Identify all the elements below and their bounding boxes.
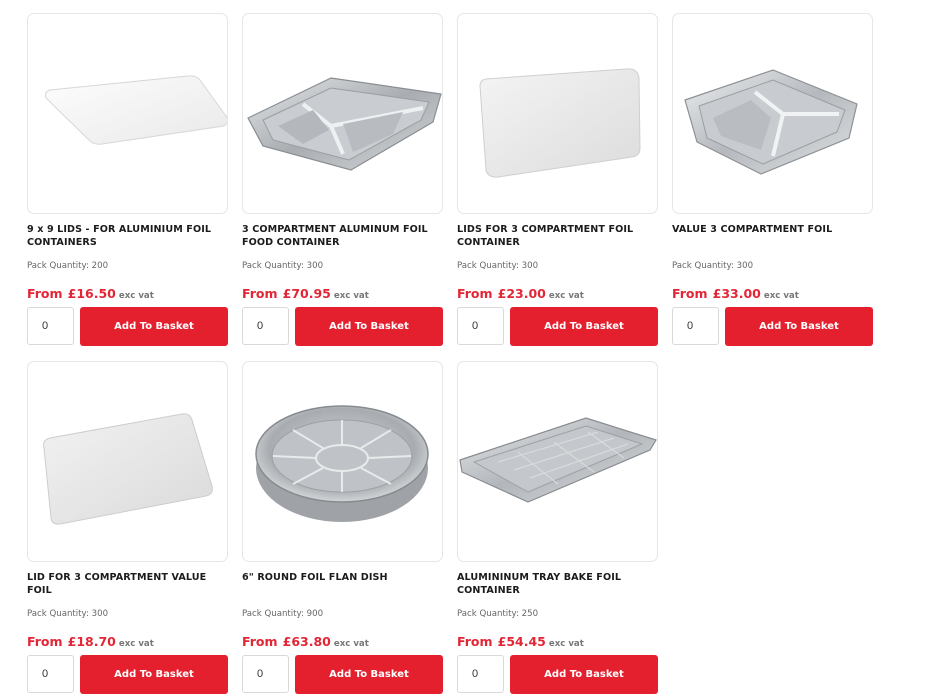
square-white-lid-image <box>45 75 227 145</box>
add-to-basket-button[interactable]: Add To Basket <box>725 307 873 346</box>
price-amount: £33.00 <box>712 286 761 301</box>
quantity-input[interactable] <box>242 307 289 345</box>
pack-quantity-label: Pack Quantity: <box>27 261 89 271</box>
price-amount: £16.50 <box>67 286 116 301</box>
pack-quantity-value: 300 <box>521 261 539 271</box>
pack-quantity: Pack Quantity: 300 <box>27 609 108 619</box>
price-amount: £54.45 <box>497 634 546 649</box>
product-title[interactable]: ALUMININUM TRAY BAKE FOIL CONTAINER <box>457 571 658 597</box>
price-vat-label: exc vat <box>118 291 154 301</box>
add-to-basket-button[interactable]: Add To Basket <box>295 655 443 694</box>
product-card: LIDS FOR 3 COMPARTMENT FOIL CONTAINER Pa… <box>457 13 658 346</box>
foil-3-compartment-tray-image <box>247 77 442 171</box>
price-vat-label: exc vat <box>548 639 584 649</box>
product-card: 3 COMPARTMENT ALUMINUM FOIL FOOD CONTAIN… <box>242 13 443 346</box>
price-from-label: From <box>672 286 708 301</box>
quantity-input[interactable] <box>27 307 74 345</box>
pack-quantity-label: Pack Quantity: <box>242 609 304 619</box>
product-price: From £70.95 exc vat <box>242 283 369 302</box>
price-from-label: From <box>242 634 278 649</box>
price-amount: £18.70 <box>67 634 116 649</box>
pack-quantity: Pack Quantity: 300 <box>672 261 753 271</box>
price-vat-label: exc vat <box>333 291 369 301</box>
pack-quantity-label: Pack Quantity: <box>457 261 519 271</box>
pack-quantity: Pack Quantity: 300 <box>457 261 538 271</box>
quantity-input[interactable] <box>242 655 289 693</box>
price-from-label: From <box>457 634 493 649</box>
price-vat-label: exc vat <box>548 291 584 301</box>
price-amount: £63.80 <box>282 634 331 649</box>
foil-tray-bake-image <box>459 417 657 503</box>
price-vat-label: exc vat <box>333 639 369 649</box>
add-to-basket-button[interactable]: Add To Basket <box>510 307 658 346</box>
quantity-input[interactable] <box>457 307 504 345</box>
add-to-basket-button[interactable]: Add To Basket <box>80 307 228 346</box>
price-from-label: From <box>242 286 278 301</box>
product-title[interactable]: 9 x 9 LIDS - FOR ALUMINIUM FOIL CONTAINE… <box>27 223 228 249</box>
product-title[interactable]: 3 COMPARTMENT ALUMINUM FOIL FOOD CONTAIN… <box>242 223 443 249</box>
foil-3-compartment-value-image <box>684 69 858 175</box>
pack-quantity-label: Pack Quantity: <box>672 261 734 271</box>
product-title[interactable]: VALUE 3 COMPARTMENT FOIL <box>672 223 873 236</box>
product-image[interactable] <box>457 361 658 562</box>
product-title[interactable]: LIDS FOR 3 COMPARTMENT FOIL CONTAINER <box>457 223 658 249</box>
rect-white-lid-image <box>479 68 641 178</box>
pack-quantity-value: 900 <box>306 609 324 619</box>
pack-quantity-value: 200 <box>91 261 109 271</box>
price-amount: £23.00 <box>497 286 546 301</box>
product-card: ALUMININUM TRAY BAKE FOIL CONTAINER Pack… <box>457 361 658 694</box>
quantity-input[interactable] <box>672 307 719 345</box>
product-image[interactable] <box>672 13 873 214</box>
product-card: 6" ROUND FOIL FLAN DISH Pack Quantity: 9… <box>242 361 443 694</box>
price-amount: £70.95 <box>282 286 331 301</box>
pack-quantity-value: 300 <box>736 261 754 271</box>
pack-quantity: Pack Quantity: 200 <box>27 261 108 271</box>
product-image[interactable] <box>242 13 443 214</box>
product-price: From £16.50 exc vat <box>27 283 154 302</box>
price-vat-label: exc vat <box>763 291 799 301</box>
pack-quantity: Pack Quantity: 900 <box>242 609 323 619</box>
product-price: From £18.70 exc vat <box>27 631 154 650</box>
pack-quantity-label: Pack Quantity: <box>457 609 519 619</box>
pack-quantity: Pack Quantity: 250 <box>457 609 538 619</box>
product-card: LID FOR 3 COMPARTMENT VALUE FOIL Pack Qu… <box>27 361 228 694</box>
quantity-input[interactable] <box>27 655 74 693</box>
round-foil-flan-dish-image <box>255 405 429 522</box>
pack-quantity: Pack Quantity: 300 <box>242 261 323 271</box>
price-from-label: From <box>27 286 63 301</box>
product-title[interactable]: 6" ROUND FOIL FLAN DISH <box>242 571 443 584</box>
product-price: From £63.80 exc vat <box>242 631 369 650</box>
product-price: From £23.00 exc vat <box>457 283 584 302</box>
price-from-label: From <box>27 634 63 649</box>
pack-quantity-label: Pack Quantity: <box>242 261 304 271</box>
product-price: From £33.00 exc vat <box>672 283 799 302</box>
product-card: 9 x 9 LIDS - FOR ALUMINIUM FOIL CONTAINE… <box>27 13 228 346</box>
add-to-basket-button[interactable]: Add To Basket <box>80 655 228 694</box>
pack-quantity-value: 300 <box>306 261 324 271</box>
price-vat-label: exc vat <box>118 639 154 649</box>
rect-white-lid-image <box>43 413 213 525</box>
pack-quantity-label: Pack Quantity: <box>27 609 89 619</box>
product-image[interactable] <box>27 13 228 214</box>
product-image[interactable] <box>242 361 443 562</box>
product-image[interactable] <box>27 361 228 562</box>
quantity-input[interactable] <box>457 655 504 693</box>
product-price: From £54.45 exc vat <box>457 631 584 650</box>
add-to-basket-button[interactable]: Add To Basket <box>295 307 443 346</box>
pack-quantity-value: 300 <box>91 609 109 619</box>
product-image[interactable] <box>457 13 658 214</box>
product-title[interactable]: LID FOR 3 COMPARTMENT VALUE FOIL <box>27 571 228 597</box>
add-to-basket-button[interactable]: Add To Basket <box>510 655 658 694</box>
pack-quantity-value: 250 <box>521 609 539 619</box>
price-from-label: From <box>457 286 493 301</box>
product-card: VALUE 3 COMPARTMENT FOIL Pack Quantity: … <box>672 13 873 346</box>
